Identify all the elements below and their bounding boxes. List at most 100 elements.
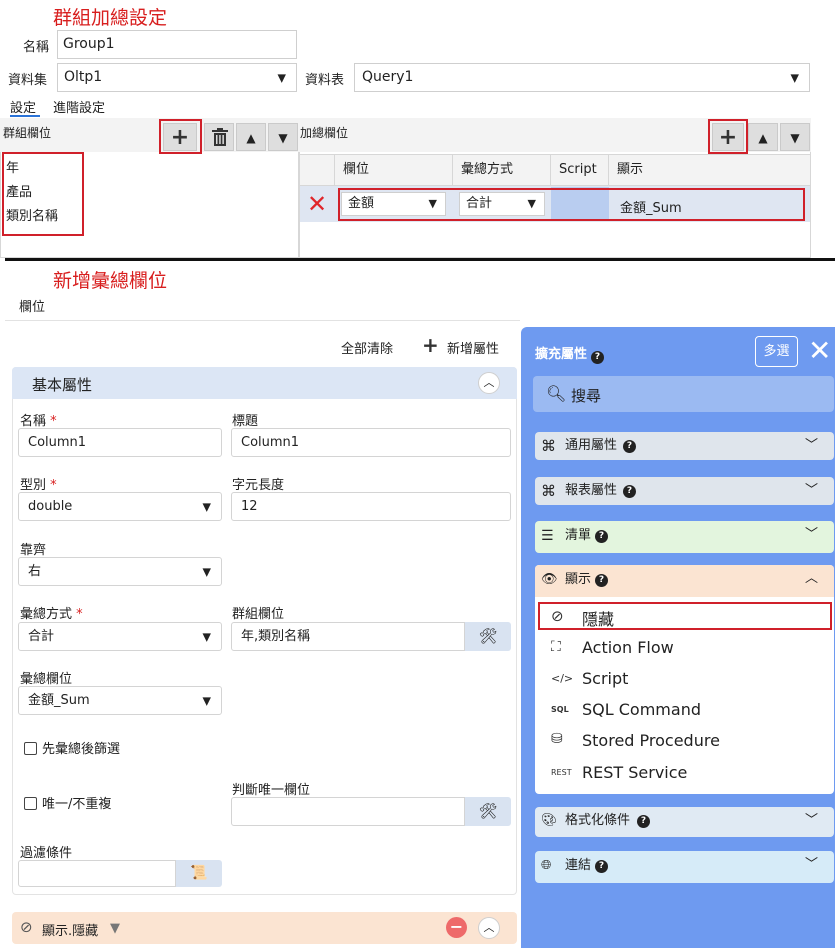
sum-field-label: 彙總欄位: [20, 672, 73, 687]
group-settings-title: 群組加總設定: [53, 7, 168, 29]
group-fields-label: 群組欄位: [3, 126, 52, 140]
field-name-label: 名稱 *: [20, 414, 57, 429]
triangle-down-icon: ▼: [278, 131, 288, 145]
group-report[interactable]: ⌘ 報表屬性 ? ﹀: [535, 477, 834, 505]
caption-input[interactable]: Column1: [231, 428, 511, 457]
dataset-value: Oltp1: [64, 69, 103, 85]
filter-editor-button[interactable]: 📜: [176, 860, 222, 887]
checkbox-icon: [24, 742, 37, 755]
rest-icon: REST: [551, 768, 572, 777]
group-field-label: 群組欄位: [232, 607, 285, 622]
align-label: 靠齊: [20, 543, 47, 558]
chevron-down-icon: ﹀: [804, 527, 818, 542]
group-list-label: 清單: [565, 528, 592, 543]
table-label: 資料表: [305, 73, 345, 88]
chevron-up-icon: ︿: [804, 571, 818, 586]
length-label: 字元長度: [232, 478, 285, 493]
move-down-button[interactable]: ▼: [780, 123, 810, 151]
summary-method-select[interactable]: 合計 ▼: [18, 622, 222, 651]
delete-row-icon[interactable]: ✕: [307, 189, 327, 219]
triangle-down-icon: ▼: [790, 131, 800, 145]
chevron-up-icon: ︿: [483, 921, 495, 934]
method-value: 合計: [28, 629, 55, 644]
code-icon: </>: [551, 672, 574, 685]
sum-fields-label: 加總欄位: [300, 126, 349, 140]
grid-header-cell[interactable]: 彙總方式: [452, 155, 550, 185]
type-label: 型別 *: [20, 478, 57, 493]
help-icon: ?: [595, 574, 608, 587]
delete-group-field-button[interactable]: [204, 123, 234, 151]
remove-button[interactable]: −: [446, 917, 467, 938]
close-icon[interactable]: ✕: [808, 335, 831, 367]
grid-header-cell[interactable]: 顯示: [608, 155, 810, 185]
group-display-expanded: [535, 565, 834, 794]
group-link[interactable]: 🌐︎ 連結 ? ﹀: [535, 851, 834, 883]
column-name-input[interactable]: Column1: [18, 428, 222, 457]
add-property-button[interactable]: 新增屬性: [447, 338, 499, 357]
eye-icon: 👁︎: [541, 572, 558, 587]
grid-header-cell[interactable]: Script: [550, 155, 608, 185]
table-select[interactable]: Query1 ▼: [354, 63, 810, 92]
dropdown-arrow-icon: ▼: [202, 630, 211, 643]
type-select[interactable]: double ▼: [18, 492, 222, 521]
search-placeholder[interactable]: 搜尋: [571, 385, 601, 406]
unique-field-picker-button[interactable]: 🛠: [465, 797, 511, 826]
sql-icon: SQL: [551, 705, 569, 714]
unique-checkbox[interactable]: 唯一/不重複: [24, 793, 111, 812]
tab-field[interactable]: 欄位: [19, 296, 45, 315]
group-report-label: 報表屬性: [565, 483, 618, 498]
filter-first-checkbox[interactable]: 先彙總後篩選: [24, 738, 120, 757]
unique-field-input[interactable]: [231, 797, 465, 826]
chevron-down-icon: ﹀: [804, 483, 818, 498]
chevron-down-icon: ﹀: [804, 857, 818, 872]
group-list[interactable]: ☰ 清單 ? ﹀: [535, 521, 834, 553]
database-icon: ⛁: [551, 731, 563, 747]
move-up-button[interactable]: ▲: [236, 123, 266, 151]
group-field-picker-button[interactable]: 🛠: [465, 622, 511, 651]
globe-icon: 🌐︎: [541, 858, 552, 873]
collapse-button[interactable]: ︿: [478, 917, 500, 939]
help-icon: ?: [595, 860, 608, 873]
menu-item-action-flow[interactable]: Action Flow: [582, 638, 674, 657]
tab-settings[interactable]: 設定: [10, 97, 36, 116]
eye-slash-icon: ⊘: [20, 918, 33, 936]
menu-item-stored-procedure[interactable]: Stored Procedure: [582, 731, 720, 750]
new-summary-title: 新增彙總欄位: [53, 270, 168, 292]
dropdown-arrow-icon: ▼: [790, 71, 799, 84]
length-input[interactable]: 12: [231, 492, 511, 521]
highlight-add-sum: [708, 119, 748, 154]
name-input[interactable]: Group1: [57, 30, 297, 59]
grid-header-cell[interactable]: 欄位: [334, 155, 452, 185]
table-value: Query1: [362, 69, 414, 85]
method-label: 彙總方式 *: [20, 607, 83, 622]
collapse-button[interactable]: ︿: [478, 372, 500, 394]
move-down-button[interactable]: ▼: [268, 123, 298, 151]
menu-item-rest-service[interactable]: REST Service: [582, 763, 687, 782]
move-up-button[interactable]: ▲: [748, 123, 778, 151]
group-general[interactable]: ⌘ 通用屬性 ? ﹀: [535, 432, 834, 460]
group-format-label: 格式化條件: [565, 813, 631, 828]
filter-input[interactable]: [18, 860, 176, 887]
menu-item-sql-command[interactable]: SQL Command: [582, 700, 701, 719]
align-value: 右: [28, 564, 42, 579]
group-format[interactable]: 🎨︎ 格式化條件 ? ﹀: [535, 807, 834, 837]
plus-icon[interactable]: +: [422, 333, 439, 357]
dataset-select[interactable]: Oltp1 ▼: [57, 63, 297, 92]
sum-field-value: 金額_Sum: [28, 693, 90, 708]
sum-field-select[interactable]: 金額_Sum ▼: [18, 686, 222, 715]
align-select[interactable]: 右 ▼: [18, 557, 222, 586]
group-display[interactable]: 👁︎ 顯示 ? ︿: [535, 565, 834, 597]
caret-down-icon[interactable]: ▼: [110, 921, 120, 936]
display-hidden-label: 顯示.隱藏: [42, 924, 99, 939]
help-icon: ?: [637, 815, 650, 828]
flow-icon: ⛶: [551, 639, 561, 655]
highlight-add-group: [159, 119, 202, 154]
command-icon: ⌘: [541, 482, 556, 500]
menu-item-script[interactable]: Script: [582, 669, 628, 688]
tools-icon: 🛠: [478, 627, 498, 645]
clear-all-button[interactable]: 全部清除: [341, 338, 393, 357]
checkbox-icon: [24, 797, 37, 810]
multi-select-button[interactable]: 多選: [755, 336, 798, 367]
group-field-input[interactable]: 年,類別名稱: [231, 622, 465, 651]
tab-advanced[interactable]: 進階設定: [53, 97, 105, 116]
